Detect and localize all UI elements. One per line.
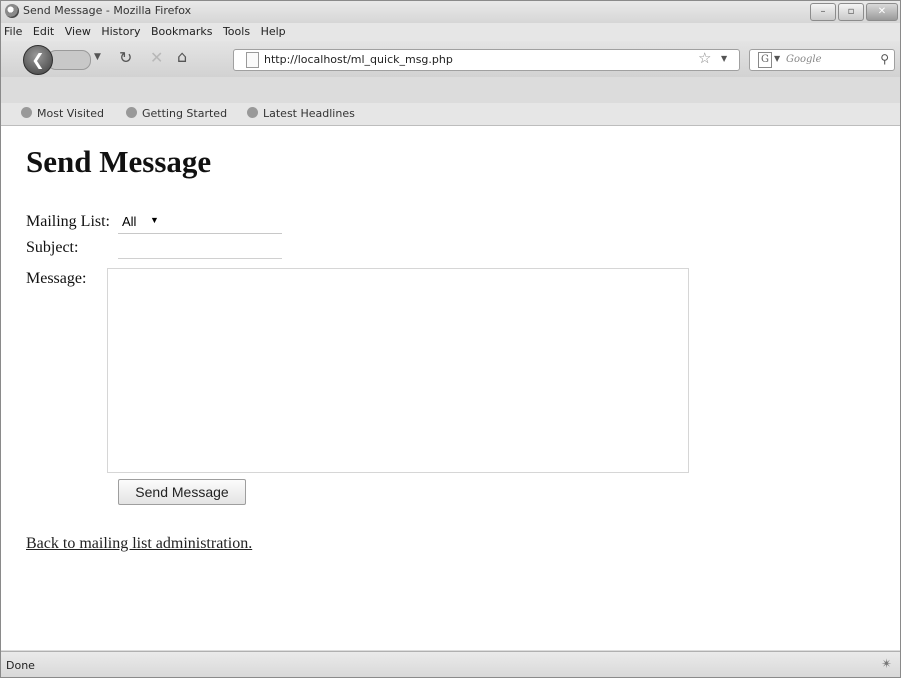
- menu-edit[interactable]: Edit: [33, 23, 54, 41]
- subject-input[interactable]: [118, 238, 282, 259]
- search-input[interactable]: Google: [786, 54, 822, 65]
- history-dropdown-icon[interactable]: ▼: [94, 52, 101, 62]
- window-controls: – ▫ ✕: [810, 3, 898, 21]
- bookmark-latest-headlines[interactable]: Latest Headlines: [247, 107, 355, 120]
- firefox-icon: [5, 4, 19, 18]
- back-to-admin-link[interactable]: Back to mailing list administration.: [26, 535, 252, 553]
- menu-view[interactable]: View: [65, 23, 91, 41]
- menu-file[interactable]: File: [4, 23, 22, 41]
- search-bar[interactable]: G ▼ Google ⚲: [749, 49, 895, 71]
- address-bar[interactable]: http://localhost/ml_quick_msg.php: [233, 49, 740, 71]
- mailing-list-select[interactable]: All ▼: [118, 211, 282, 234]
- engine-dropdown-icon[interactable]: ▼: [774, 54, 780, 63]
- mailing-list-label: Mailing List:: [26, 213, 110, 230]
- page-icon: [246, 52, 259, 68]
- bookmark-getting-started[interactable]: Getting Started: [126, 107, 227, 120]
- most-visited-icon: [21, 107, 32, 118]
- status-text: Done: [6, 659, 35, 672]
- browser-window: Send Message - Mozilla Firefox – ▫ ✕ Fil…: [0, 0, 901, 678]
- page-content: Send Message Mailing List: All ▼ Subject…: [1, 125, 900, 650]
- resize-grip-icon[interactable]: ✴: [881, 657, 892, 672]
- bookmark-most-visited[interactable]: Most Visited: [21, 107, 104, 120]
- menu-help[interactable]: Help: [261, 23, 286, 41]
- menu-history[interactable]: History: [101, 23, 140, 41]
- stop-icon[interactable]: ✕: [150, 48, 163, 67]
- minimize-button[interactable]: –: [810, 3, 836, 21]
- page-title: Send Message: [26, 144, 212, 179]
- home-icon[interactable]: ⌂: [177, 47, 187, 66]
- subject-label: Subject:: [26, 239, 79, 256]
- title-bar: Send Message - Mozilla Firefox – ▫ ✕: [1, 1, 900, 23]
- message-textarea[interactable]: [107, 268, 689, 473]
- rss-icon: [247, 107, 258, 118]
- maximize-button[interactable]: ▫: [838, 3, 864, 21]
- menu-tools[interactable]: Tools: [223, 23, 250, 41]
- url-text[interactable]: http://localhost/ml_quick_msg.php: [264, 53, 453, 66]
- menu-bookmarks[interactable]: Bookmarks: [151, 23, 212, 41]
- status-bar: Done ✴: [1, 651, 900, 677]
- url-dropdown-icon[interactable]: ▼: [721, 54, 727, 63]
- message-label: Message:: [26, 270, 87, 287]
- search-icon[interactable]: ⚲: [880, 52, 889, 66]
- reload-icon[interactable]: ↻: [119, 48, 132, 67]
- back-arrow-icon[interactable]: ❮: [23, 45, 53, 75]
- search-engine-icon[interactable]: G: [758, 52, 772, 68]
- close-button[interactable]: ✕: [866, 3, 898, 21]
- bookmarks-toolbar: Most Visited Getting Started Latest Head…: [1, 103, 900, 125]
- chevron-down-icon: ▼: [150, 215, 159, 225]
- forward-button[interactable]: [47, 50, 91, 70]
- send-message-button[interactable]: Send Message: [118, 479, 246, 505]
- star-icon[interactable]: ☆: [698, 49, 711, 67]
- getting-started-icon: [126, 107, 137, 118]
- mailing-list-value: All: [122, 214, 137, 229]
- window-title: Send Message - Mozilla Firefox: [23, 4, 192, 17]
- menu-bar: File Edit View History Bookmarks Tools H…: [1, 23, 900, 41]
